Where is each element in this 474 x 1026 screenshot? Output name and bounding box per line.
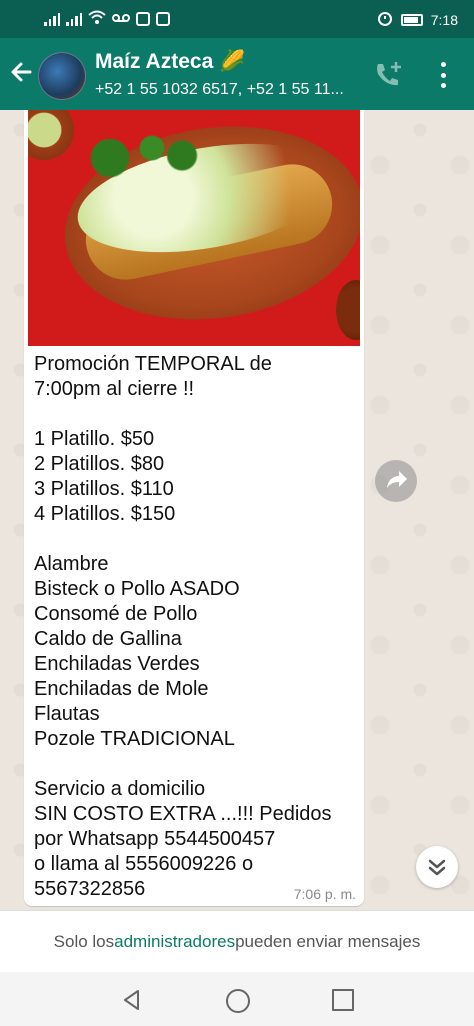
nav-home-icon[interactable] [226,989,250,1013]
status-time: 7:18 [430,11,458,28]
salsa-bowl-image [28,110,74,160]
food-photo[interactable] [28,110,360,346]
chat-header: Maíz Azteca 🌽 +52 1 55 1032 6517, +52 1 … [0,38,474,110]
alarm-icon [377,10,393,29]
scroll-down-button[interactable] [416,846,458,888]
administrators-link[interactable]: administradores [114,932,235,952]
nav-back-icon[interactable] [120,988,144,1012]
notice-prefix: Solo los [53,932,115,951]
forward-icon [387,471,407,488]
wifi-icon [88,10,106,27]
notice-suffix: pueden enviar mensajes [235,932,421,951]
chat-participants[interactable]: +52 1 55 1032 6517, +52 1 55 11... [95,81,365,99]
status-bar: 7:18 [0,0,474,38]
chat-title[interactable]: Maíz Azteca 🌽 [95,50,245,74]
add-call-icon[interactable] [372,60,404,88]
status-icons-right: 7:18 [377,10,458,29]
battery-icon [400,13,423,26]
cilantro-image [86,128,206,178]
more-options-icon[interactable] [436,62,450,88]
voicemail-icon [112,11,130,27]
side-bowl-image [336,280,360,340]
nav-recent-apps-icon[interactable] [332,989,354,1011]
avatar[interactable] [38,52,86,100]
app-notification-icon-2 [156,11,170,26]
signal-icon-2 [66,12,82,26]
message-time: 7:06 p. m. [293,886,356,902]
app-notification-icon [136,11,150,26]
signal-icon [44,12,60,26]
message-bubble[interactable]: Promoción TEMPORAL de 7:00pm al cierre !… [24,110,364,906]
double-chevron-down-icon [428,859,446,876]
system-nav-bar [0,972,474,1026]
status-icons-left [44,10,170,27]
forward-button[interactable] [375,460,417,502]
admin-only-notice: Solo los administradores pueden enviar m… [0,910,474,973]
message-text: Promoción TEMPORAL de 7:00pm al cierre !… [34,353,332,900]
chat-area[interactable]: Promoción TEMPORAL de 7:00pm al cierre !… [0,110,474,910]
back-arrow-icon[interactable] [8,58,36,86]
